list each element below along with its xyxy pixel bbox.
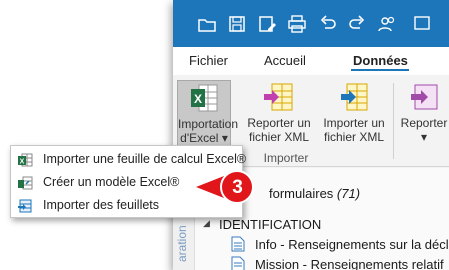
chevron-down-icon: ▾	[221, 131, 228, 145]
menu-item-label: Importer une feuille de calcul Excel®	[43, 152, 247, 166]
save-icon[interactable]	[224, 11, 250, 37]
open-icon[interactable]	[194, 11, 220, 37]
sheets-icon	[18, 199, 32, 213]
import-excel-button[interactable]: X Importation d'Excel ▾	[177, 80, 239, 152]
import-excel-label-1: Importation	[178, 117, 239, 131]
menu-item-import-excel-sheet[interactable]: X Importer une feuille de calcul Excel®	[11, 149, 246, 171]
ribbon-group-separator	[393, 83, 394, 159]
tree-item-label: Mission - Renseignements relatif	[255, 257, 444, 270]
import-excel-label-2: d'Excel ▾	[180, 131, 228, 145]
excel-sheet-icon: X	[18, 153, 33, 167]
active-tab-indicator	[351, 69, 409, 71]
forms-list-header: formulaires (71)	[269, 186, 360, 201]
svg-text:X: X	[194, 92, 202, 106]
tree-item-label: Info - Renseignements sur la décl	[255, 237, 449, 252]
undo-icon[interactable]	[315, 11, 341, 37]
quick-access-toolbar	[173, 0, 449, 47]
tree-item[interactable]: Info - Renseignements sur la décl	[231, 236, 449, 254]
xml-export-icon	[264, 83, 293, 111]
report-icon	[411, 84, 438, 110]
menu-item-label: Importer des feuillets	[43, 198, 160, 212]
forms-list-count: (71)	[336, 186, 361, 201]
save-as-icon[interactable]	[254, 11, 280, 37]
forms-list-title: formulaires	[269, 186, 334, 201]
template-icon	[18, 176, 33, 190]
chevron-down-icon: ▾	[420, 130, 428, 144]
export-xml-button[interactable]: Reporter un fichier XML	[237, 80, 321, 152]
app-window: Fichier Accueil Données X Importation d'…	[173, 0, 449, 270]
import-xml-label-1: Importer un	[323, 116, 385, 130]
report-button[interactable]: Reporter ▾	[397, 80, 449, 152]
import-xml-label-2: fichier XML	[323, 130, 385, 144]
tab-donnees[interactable]: Données	[353, 53, 408, 68]
export-xml-label-2: fichier XML	[248, 130, 310, 144]
ribbon-group-label: Importer	[263, 151, 309, 165]
svg-text:X: X	[20, 159, 25, 166]
excel-icon: X	[191, 84, 218, 112]
callout-number: 3	[232, 177, 243, 198]
xml-import-icon	[341, 83, 368, 111]
tab-accueil[interactable]: Accueil	[264, 53, 306, 68]
more-icon[interactable]	[409, 11, 435, 37]
document-icon	[231, 256, 245, 270]
ribbon-tabs: Fichier Accueil Données	[173, 47, 449, 75]
document-icon	[231, 236, 245, 252]
export-xml-label-1: Reporter un	[247, 116, 311, 130]
report-label: Reporter	[400, 116, 448, 130]
tree-section-label[interactable]: IDENTIFICATION	[219, 217, 321, 232]
tab-fichier[interactable]: Fichier	[189, 53, 228, 68]
users-icon[interactable]	[374, 11, 400, 37]
tree-collapse-icon[interactable]: ◢	[203, 218, 210, 229]
print-icon[interactable]	[284, 11, 310, 37]
tree-item[interactable]: Mission - Renseignements relatif	[231, 256, 449, 270]
menu-item-label: Créer un modèle Excel®	[43, 175, 180, 189]
redo-icon[interactable]	[344, 11, 370, 37]
import-xml-button[interactable]: Importer un fichier XML	[319, 80, 389, 152]
side-panel-label: aration	[175, 225, 189, 262]
